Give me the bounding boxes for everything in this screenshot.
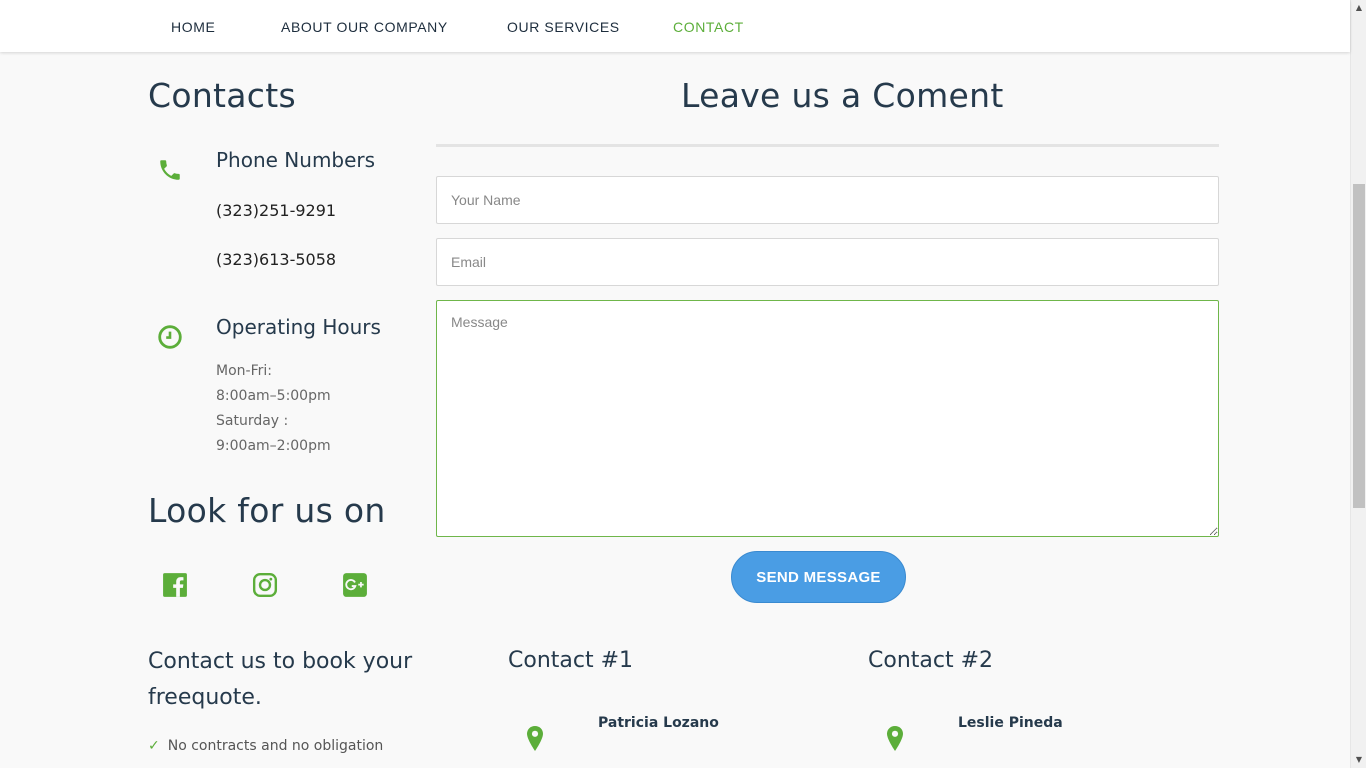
hours-line: 8:00am–5:00pm bbox=[216, 388, 331, 404]
benefit-text: No contracts and no obligation bbox=[167, 738, 384, 754]
checkmark-icon: ✓ bbox=[148, 738, 160, 754]
phone-numbers-heading: Phone Numbers bbox=[216, 148, 376, 172]
nav-services-link[interactable]: OUR SERVICES bbox=[507, 19, 620, 35]
nav-home-link[interactable]: HOME bbox=[171, 19, 215, 35]
hours-line: Saturday : bbox=[216, 413, 289, 429]
phone-number-2[interactable]: (323)613-5058 bbox=[216, 250, 336, 269]
operating-hours-heading: Operating Hours bbox=[216, 315, 381, 339]
scroll-down-arrow-icon[interactable]: ▼ bbox=[1351, 752, 1366, 768]
contact-2-name: Leslie Pineda bbox=[958, 715, 1063, 731]
contact-2-heading: Contact #2 bbox=[868, 648, 994, 673]
message-textarea[interactable] bbox=[436, 300, 1219, 537]
form-title: Leave us a Coment bbox=[681, 76, 1004, 115]
book-quote-heading: Contact us to book your freequote. bbox=[148, 649, 413, 710]
map-pin-icon bbox=[527, 726, 543, 751]
hours-line: Mon-Fri: bbox=[216, 363, 272, 379]
benefit-list-item: ✓ No contracts and no obligation bbox=[148, 738, 383, 754]
contact-1-heading: Contact #1 bbox=[508, 648, 634, 673]
facebook-icon[interactable] bbox=[162, 572, 188, 598]
social-title: Look for us on bbox=[148, 491, 386, 530]
clock-icon bbox=[158, 325, 182, 349]
instagram-icon[interactable] bbox=[252, 572, 278, 598]
page-scrollbar[interactable]: ▲ ▼ bbox=[1350, 0, 1366, 768]
nav-contact-link[interactable]: CONTACT bbox=[673, 19, 744, 35]
send-message-button[interactable]: SEND MESSAGE bbox=[731, 551, 906, 603]
scrollbar-thumb[interactable] bbox=[1353, 184, 1365, 508]
phone-number-1[interactable]: (323)251-9291 bbox=[216, 201, 336, 220]
top-navbar: HOME ABOUT OUR COMPANY OUR SERVICES CONT… bbox=[0, 0, 1350, 52]
scroll-up-arrow-icon[interactable]: ▲ bbox=[1351, 0, 1366, 16]
google-plus-icon[interactable] bbox=[342, 572, 368, 598]
contact-1-name: Patricia Lozano bbox=[598, 715, 719, 731]
name-input[interactable] bbox=[436, 176, 1219, 224]
map-pin-icon bbox=[887, 726, 903, 751]
hours-line: 9:00am–2:00pm bbox=[216, 438, 331, 454]
phone-icon bbox=[160, 160, 180, 180]
contacts-title: Contacts bbox=[148, 76, 296, 115]
form-divider bbox=[436, 144, 1219, 147]
nav-about-link[interactable]: ABOUT OUR COMPANY bbox=[281, 19, 448, 35]
email-input[interactable] bbox=[436, 238, 1219, 286]
